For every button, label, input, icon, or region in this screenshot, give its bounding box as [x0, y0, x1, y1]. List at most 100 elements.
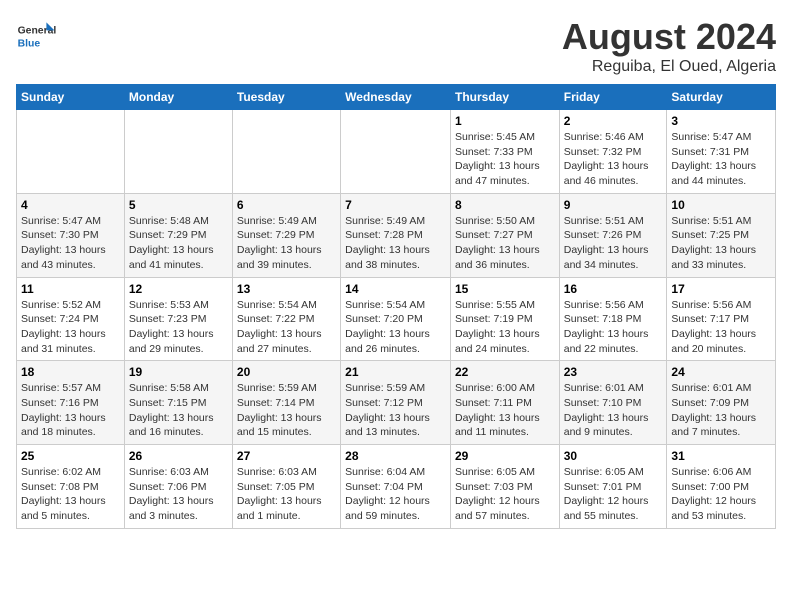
col-tuesday: Tuesday: [232, 85, 340, 110]
calendar-cell: 28Sunrise: 6:04 AM Sunset: 7:04 PM Dayli…: [341, 445, 451, 529]
calendar-cell: 22 Sunrise: 6:00 AM Sunset: 7:11 PM Dayli…: [450, 361, 559, 445]
day-number: 12: [129, 282, 228, 296]
calendar-cell: [341, 110, 451, 194]
day-number: 10: [671, 198, 771, 212]
day-info: Sunrise: 5:59 AM Sunset: 7:12 PM Dayligh…: [345, 381, 446, 440]
calendar-cell: 27 Sunrise: 6:03 AM Sunset: 7:05 PM Dayli…: [232, 445, 340, 529]
day-info: Sunrise: 5:48 AM Sunset: 7:29 PM Dayligh…: [129, 214, 228, 273]
day-number: 31: [671, 449, 771, 463]
day-number: 14: [345, 282, 446, 296]
day-info: Sunrise: 5:52 AM Sunset: 7:24 PM Dayligh…: [21, 298, 120, 357]
calendar-cell: 12 Sunrise: 5:53 AM Sunset: 7:23 PM Dayli…: [124, 277, 232, 361]
day-number: 18: [21, 365, 120, 379]
logo: General Blue: [16, 16, 60, 56]
calendar-cell: 18 Sunrise: 5:57 AM Sunset: 7:16 PM Dayli…: [17, 361, 125, 445]
day-number: 8: [455, 198, 555, 212]
day-info: Sunrise: 5:54 AM Sunset: 7:22 PM Dayligh…: [237, 298, 336, 357]
calendar-cell: 5Sunrise: 5:48 AM Sunset: 7:29 PM Daylig…: [124, 193, 232, 277]
calendar-cell: 11 Sunrise: 5:52 AM Sunset: 7:24 PM Dayli…: [17, 277, 125, 361]
day-number: 24: [671, 365, 771, 379]
day-info: Sunrise: 6:00 AM Sunset: 7:11 PM Dayligh…: [455, 381, 555, 440]
calendar-cell: 23 Sunrise: 6:01 AM Sunset: 7:10 PM Dayli…: [559, 361, 667, 445]
day-info: Sunrise: 6:06 AM Sunset: 7:00 PM Dayligh…: [671, 465, 771, 524]
calendar-cell: 19 Sunrise: 5:58 AM Sunset: 7:15 PM Dayli…: [124, 361, 232, 445]
col-friday: Friday: [559, 85, 667, 110]
calendar-cell: 29 Sunrise: 6:05 AM Sunset: 7:03 PM Dayli…: [450, 445, 559, 529]
day-info: Sunrise: 6:03 AM Sunset: 7:05 PM Dayligh…: [237, 465, 336, 524]
day-number: 27: [237, 449, 336, 463]
calendar-cell: 4 Sunrise: 5:47 AM Sunset: 7:30 PM Daylig…: [17, 193, 125, 277]
day-info: Sunrise: 5:55 AM Sunset: 7:19 PM Dayligh…: [455, 298, 555, 357]
day-info: Sunrise: 5:51 AM Sunset: 7:26 PM Dayligh…: [564, 214, 663, 273]
calendar-cell: 6 Sunrise: 5:49 AM Sunset: 7:29 PM Daylig…: [232, 193, 340, 277]
calendar-cell: 8 Sunrise: 5:50 AM Sunset: 7:27 PM Daylig…: [450, 193, 559, 277]
calendar-cell: 14 Sunrise: 5:54 AM Sunset: 7:20 PM Dayli…: [341, 277, 451, 361]
location: Reguiba, El Oued, Algeria: [562, 58, 776, 76]
day-info: Sunrise: 6:01 AM Sunset: 7:09 PM Dayligh…: [671, 381, 771, 440]
col-sunday: Sunday: [17, 85, 125, 110]
day-number: 21: [345, 365, 446, 379]
title-block: August 2024 Reguiba, El Oued, Algeria: [562, 16, 776, 76]
calendar-cell: 26 Sunrise: 6:03 AM Sunset: 7:06 PM Dayli…: [124, 445, 232, 529]
day-number: 19: [129, 365, 228, 379]
col-thursday: Thursday: [450, 85, 559, 110]
calendar-week-4: 18 Sunrise: 5:57 AM Sunset: 7:16 PM Dayli…: [17, 361, 776, 445]
day-info: Sunrise: 5:45 AM Sunset: 7:33 PM Dayligh…: [455, 130, 555, 189]
day-number: 23: [564, 365, 663, 379]
day-info: Sunrise: 5:46 AM Sunset: 7:32 PM Dayligh…: [564, 130, 663, 189]
day-number: 9: [564, 198, 663, 212]
day-number: 7: [345, 198, 446, 212]
calendar-week-5: 25 Sunrise: 6:02 AM Sunset: 7:08 PM Dayli…: [17, 445, 776, 529]
day-info: Sunrise: 5:58 AM Sunset: 7:15 PM Dayligh…: [129, 381, 228, 440]
day-number: 15: [455, 282, 555, 296]
day-info: Sunrise: 5:59 AM Sunset: 7:14 PM Dayligh…: [237, 381, 336, 440]
day-number: 30: [564, 449, 663, 463]
day-info: Sunrise: 5:53 AM Sunset: 7:23 PM Dayligh…: [129, 298, 228, 357]
page-header: General Blue August 2024 Reguiba, El Oue…: [16, 16, 776, 76]
calendar-cell: 30Sunrise: 6:05 AM Sunset: 7:01 PM Dayli…: [559, 445, 667, 529]
logo-icon: General Blue: [16, 16, 56, 56]
col-saturday: Saturday: [667, 85, 776, 110]
day-number: 4: [21, 198, 120, 212]
calendar-cell: 10 Sunrise: 5:51 AM Sunset: 7:25 PM Dayli…: [667, 193, 776, 277]
col-wednesday: Wednesday: [341, 85, 451, 110]
day-number: 25: [21, 449, 120, 463]
day-info: Sunrise: 5:57 AM Sunset: 7:16 PM Dayligh…: [21, 381, 120, 440]
day-number: 11: [21, 282, 120, 296]
day-info: Sunrise: 5:47 AM Sunset: 7:30 PM Dayligh…: [21, 214, 120, 273]
day-number: 26: [129, 449, 228, 463]
day-info: Sunrise: 6:05 AM Sunset: 7:03 PM Dayligh…: [455, 465, 555, 524]
calendar-cell: 20Sunrise: 5:59 AM Sunset: 7:14 PM Dayli…: [232, 361, 340, 445]
calendar-cell: 17Sunrise: 5:56 AM Sunset: 7:17 PM Dayli…: [667, 277, 776, 361]
calendar-cell: 3 Sunrise: 5:47 AM Sunset: 7:31 PM Daylig…: [667, 110, 776, 194]
calendar-cell: 13Sunrise: 5:54 AM Sunset: 7:22 PM Dayli…: [232, 277, 340, 361]
calendar-cell: [124, 110, 232, 194]
month-title: August 2024: [562, 16, 776, 58]
day-info: Sunrise: 5:50 AM Sunset: 7:27 PM Dayligh…: [455, 214, 555, 273]
calendar: Sunday Monday Tuesday Wednesday Thursday…: [16, 84, 776, 529]
day-number: 22: [455, 365, 555, 379]
day-info: Sunrise: 5:49 AM Sunset: 7:28 PM Dayligh…: [345, 214, 446, 273]
day-number: 3: [671, 114, 771, 128]
day-info: Sunrise: 5:49 AM Sunset: 7:29 PM Dayligh…: [237, 214, 336, 273]
day-info: Sunrise: 5:51 AM Sunset: 7:25 PM Dayligh…: [671, 214, 771, 273]
day-info: Sunrise: 5:47 AM Sunset: 7:31 PM Dayligh…: [671, 130, 771, 189]
day-info: Sunrise: 6:02 AM Sunset: 7:08 PM Dayligh…: [21, 465, 120, 524]
day-number: 29: [455, 449, 555, 463]
day-number: 6: [237, 198, 336, 212]
calendar-cell: 21 Sunrise: 5:59 AM Sunset: 7:12 PM Dayli…: [341, 361, 451, 445]
col-monday: Monday: [124, 85, 232, 110]
day-info: Sunrise: 6:03 AM Sunset: 7:06 PM Dayligh…: [129, 465, 228, 524]
calendar-week-2: 4 Sunrise: 5:47 AM Sunset: 7:30 PM Daylig…: [17, 193, 776, 277]
day-info: Sunrise: 5:54 AM Sunset: 7:20 PM Dayligh…: [345, 298, 446, 357]
day-info: Sunrise: 6:01 AM Sunset: 7:10 PM Dayligh…: [564, 381, 663, 440]
calendar-cell: 16Sunrise: 5:56 AM Sunset: 7:18 PM Dayli…: [559, 277, 667, 361]
calendar-cell: [17, 110, 125, 194]
svg-text:Blue: Blue: [18, 38, 41, 49]
day-info: Sunrise: 5:56 AM Sunset: 7:17 PM Dayligh…: [671, 298, 771, 357]
calendar-cell: 2Sunrise: 5:46 AM Sunset: 7:32 PM Daylig…: [559, 110, 667, 194]
calendar-cell: 9 Sunrise: 5:51 AM Sunset: 7:26 PM Daylig…: [559, 193, 667, 277]
calendar-week-1: 1Sunrise: 5:45 AM Sunset: 7:33 PM Daylig…: [17, 110, 776, 194]
calendar-cell: 1Sunrise: 5:45 AM Sunset: 7:33 PM Daylig…: [450, 110, 559, 194]
calendar-cell: 24 Sunrise: 6:01 AM Sunset: 7:09 PM Dayli…: [667, 361, 776, 445]
